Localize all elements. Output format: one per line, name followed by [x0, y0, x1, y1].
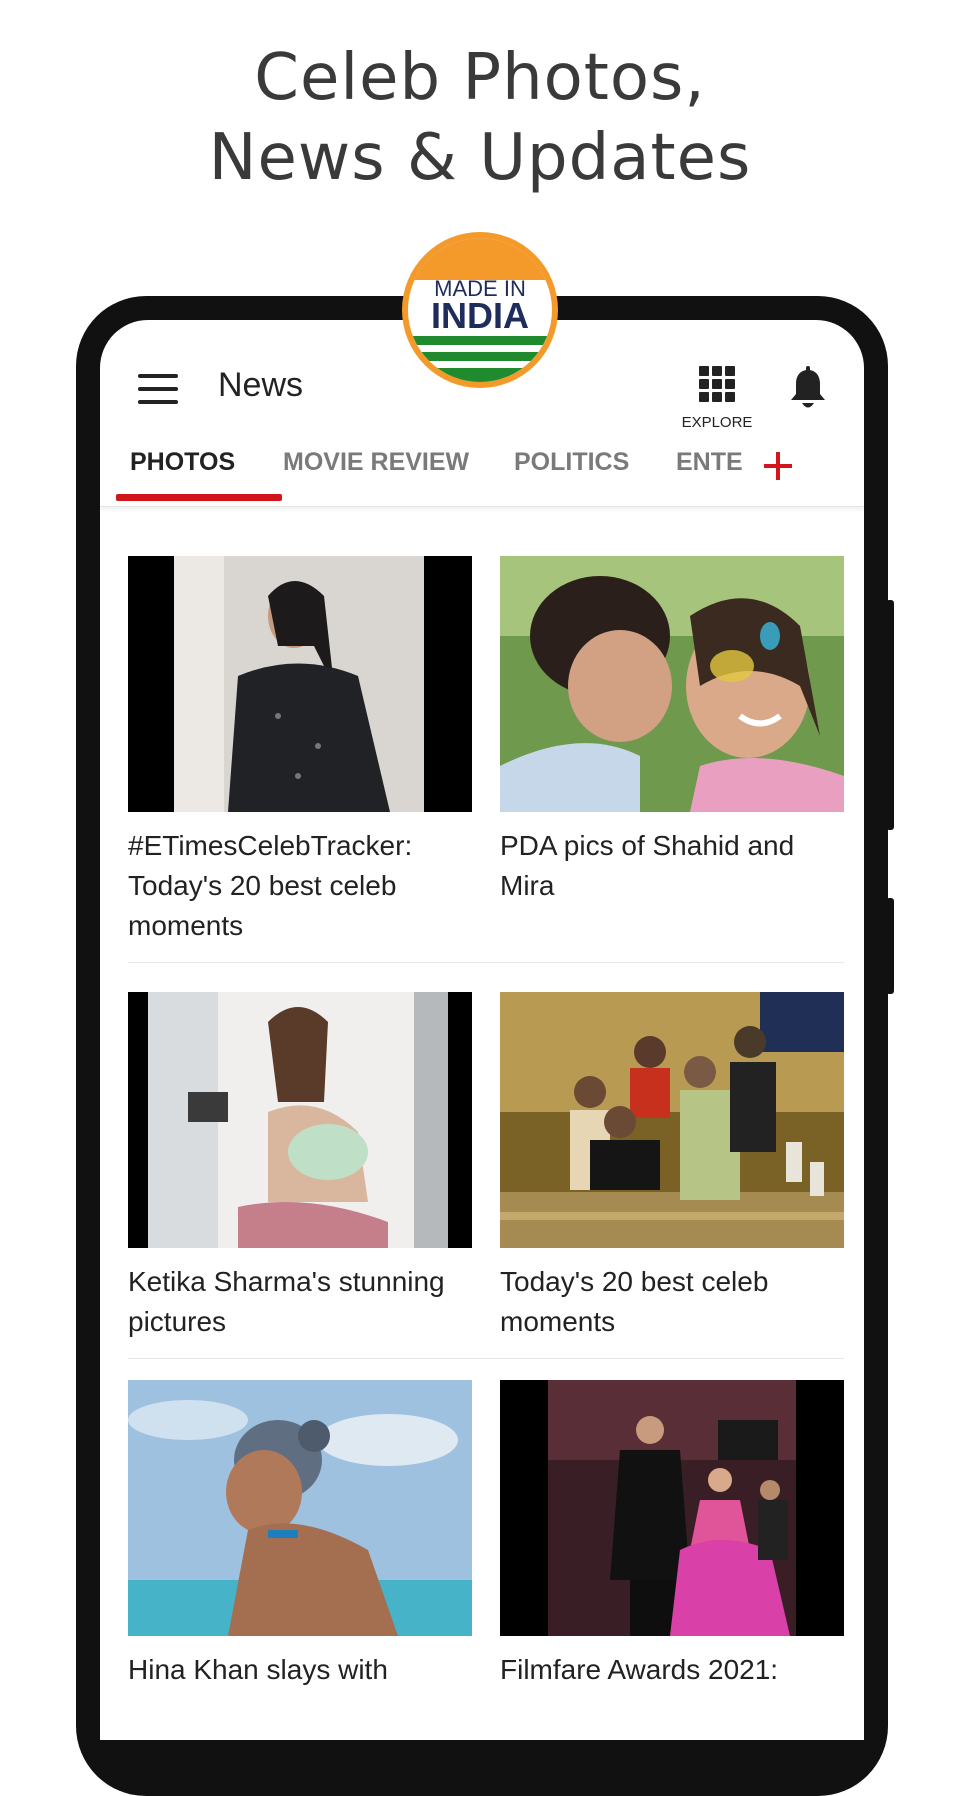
made-in-india-badge: MADE IN INDIA: [402, 232, 558, 388]
photo-thumbnail[interactable]: [500, 992, 844, 1248]
tab-movie-review[interactable]: MOVIE REVIEW: [283, 448, 469, 477]
app-screen: News EXPLORE PHOTOS MOVIE REVIEW POLITIC…: [100, 320, 864, 1740]
promo-headline-line2: News & Updates: [208, 121, 752, 195]
photo-card[interactable]: Today's 20 best celeb moments: [500, 992, 844, 1342]
photo-caption[interactable]: PDA pics of Shahid and Mira: [500, 826, 844, 906]
promo-headline-line1: Celeb Photos,: [254, 41, 706, 115]
photo-thumbnail[interactable]: [500, 1380, 844, 1636]
badge-text-india: INDIA: [431, 295, 529, 336]
tab-entertainment[interactable]: ENTE: [676, 448, 743, 477]
photo-card[interactable]: PDA pics of Shahid and Mira: [500, 556, 844, 906]
photo-card[interactable]: Ketika Sharma's stunning pictures: [128, 992, 472, 1342]
photo-card[interactable]: Hina Khan slays with: [128, 1380, 472, 1690]
tab-politics[interactable]: POLITICS: [514, 448, 629, 477]
row-divider: [128, 1358, 844, 1359]
bell-icon[interactable]: [788, 366, 828, 412]
promo-headline: Celeb Photos, News & Updates: [0, 38, 960, 198]
photo-thumbnail[interactable]: [128, 556, 472, 812]
phone-side-button: [886, 600, 894, 830]
photo-caption[interactable]: Filmfare Awards 2021:: [500, 1650, 844, 1690]
photo-caption[interactable]: Ketika Sharma's stunning pictures: [128, 1262, 472, 1342]
explore-button[interactable]: EXPLORE: [678, 366, 756, 431]
phone-side-button: [886, 898, 894, 994]
tab-photos[interactable]: PHOTOS: [130, 448, 235, 477]
photo-caption[interactable]: #ETimesCelebTracker: Today's 20 best cel…: [128, 826, 472, 946]
photo-thumbnail[interactable]: [128, 1380, 472, 1636]
photo-thumbnail[interactable]: [500, 556, 844, 812]
photo-caption[interactable]: Today's 20 best celeb moments: [500, 1262, 844, 1342]
photo-caption[interactable]: Hina Khan slays with: [128, 1650, 472, 1690]
photo-card[interactable]: #ETimesCelebTracker: Today's 20 best cel…: [128, 556, 472, 946]
photo-card[interactable]: Filmfare Awards 2021:: [500, 1380, 844, 1690]
category-tabs: PHOTOS MOVIE REVIEW POLITICS ENTE: [100, 440, 864, 507]
hamburger-icon[interactable]: [138, 374, 178, 404]
plus-icon[interactable]: [760, 440, 800, 496]
app-title: News: [218, 366, 304, 404]
grid-icon: [699, 366, 735, 402]
active-tab-indicator: [116, 494, 282, 501]
row-divider: [128, 962, 844, 963]
explore-label: EXPLORE: [681, 414, 753, 431]
photo-thumbnail[interactable]: [128, 992, 472, 1248]
